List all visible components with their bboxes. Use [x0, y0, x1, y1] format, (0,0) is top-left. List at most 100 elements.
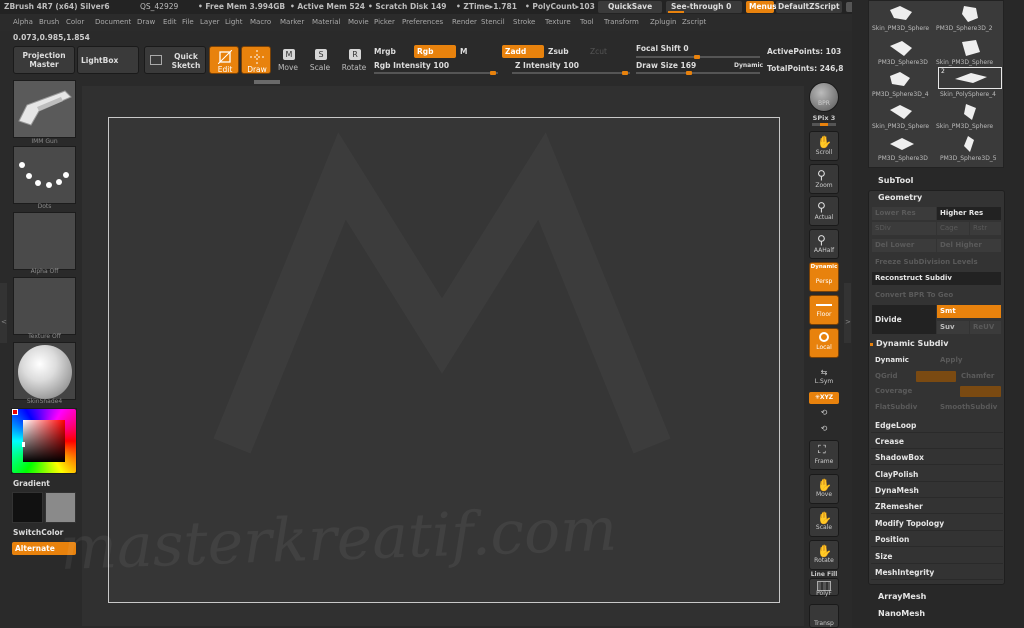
menu-brush[interactable]: Brush [39, 18, 59, 26]
del-higher-button[interactable]: Del Higher [937, 239, 1001, 252]
menu-zplugin[interactable]: Zplugin [650, 18, 676, 26]
claypolish-section[interactable]: ClayPolish [871, 467, 1003, 482]
subtool-header[interactable]: SubTool [878, 176, 913, 185]
chamfer-button[interactable]: Chamfer [958, 370, 1001, 383]
menu-file[interactable]: File [182, 18, 194, 26]
material-thumbnail[interactable] [13, 342, 76, 400]
focal-shift-knob[interactable] [694, 55, 700, 59]
move-button[interactable]: M Move [274, 46, 302, 74]
menu-tool[interactable]: Tool [580, 18, 594, 26]
menu-preferences[interactable]: Preferences [402, 18, 443, 26]
switchcolor-button[interactable]: SwitchColor [13, 528, 63, 537]
nanomesh-header[interactable]: NanoMesh [878, 609, 925, 618]
brush-thumbnail[interactable] [13, 80, 76, 138]
divide-button[interactable]: Divide [872, 305, 936, 334]
flatsubdiv-slider[interactable]: FlatSubdiv [872, 401, 936, 414]
rstr-button[interactable]: Rstr [970, 222, 1001, 235]
z-intensity-knob[interactable] [622, 71, 628, 75]
draw-button[interactable]: Draw [241, 46, 271, 74]
m-button[interactable]: M [460, 47, 467, 56]
bpr-button[interactable] [809, 82, 839, 112]
modify-topology-section[interactable]: Modify Topology [871, 516, 1003, 531]
tool-thumb-10[interactable] [956, 134, 986, 154]
menu-document[interactable]: Document [95, 18, 131, 26]
arraymesh-header[interactable]: ArrayMesh [878, 592, 926, 601]
del-lower-button[interactable]: Del Lower [872, 239, 936, 252]
z-intensity-slider[interactable] [512, 71, 630, 75]
freeze-subdivision-button[interactable]: Freeze SubDivision Levels [872, 256, 1001, 269]
draw-size-knob[interactable] [686, 71, 692, 75]
tool-thumb-3[interactable] [886, 38, 916, 58]
projection-master-button[interactable]: Projection Master [13, 46, 75, 74]
rgb-button[interactable]: Rgb [414, 45, 456, 58]
menu-edit[interactable]: Edit [163, 18, 177, 26]
quick-sketch-button[interactable]: Quick Sketch [144, 46, 206, 74]
menu-macro[interactable]: Macro [250, 18, 271, 26]
dynamic-button[interactable]: Dynamic [872, 354, 936, 367]
lightbox-button[interactable]: LightBox [77, 46, 139, 74]
menu-material[interactable]: Material [312, 18, 340, 26]
zcut-button[interactable]: Zcut [590, 47, 607, 56]
zremesher-section[interactable]: ZRemesher [871, 499, 1003, 514]
scroll-button[interactable]: ✋ [809, 131, 839, 161]
dynamesh-section[interactable]: DynaMesh [871, 483, 1003, 498]
lower-res-button[interactable]: Lower Res [872, 207, 936, 220]
rgb-intensity-slider[interactable] [374, 71, 498, 75]
menu-transform[interactable]: Transform [604, 18, 639, 26]
size-section[interactable]: Size [871, 549, 1003, 564]
tool-thumb-9[interactable] [886, 134, 916, 154]
apply-button[interactable]: Apply [937, 354, 1001, 367]
dynamic-toggle[interactable]: Dynamic [734, 62, 763, 69]
tool-thumb-selected-frame[interactable]: 2 [938, 67, 1002, 89]
menu-light[interactable]: Light [225, 18, 242, 26]
menu-marker[interactable]: Marker [280, 18, 304, 26]
dynamic-subdiv-header[interactable]: Dynamic Subdiv [876, 339, 948, 348]
reuv-toggle[interactable]: ReUV [970, 321, 1001, 334]
right-tray-handle[interactable] [844, 283, 851, 343]
lsym-button[interactable]: L.Sym [806, 378, 842, 385]
focal-shift-slider[interactable] [636, 55, 760, 59]
see-through-slider[interactable]: See-through 0 [666, 1, 742, 13]
tool-thumb-8[interactable] [956, 102, 986, 122]
smoothsubdiv-slider[interactable]: SmoothSubdiv [937, 401, 1001, 414]
texture-thumbnail[interactable] [13, 277, 76, 335]
shadowbox-section[interactable]: ShadowBox [871, 450, 1003, 465]
menu-draw[interactable]: Draw [137, 18, 155, 26]
coverage-value-field[interactable] [960, 386, 1001, 397]
saturation-square[interactable] [23, 420, 65, 462]
geometry-header[interactable]: Geometry [878, 193, 922, 202]
menu-zscript[interactable]: Zscript [682, 18, 706, 26]
aahalf-button[interactable]: ⚲ [809, 229, 839, 259]
stroke-thumbnail[interactable] [13, 146, 76, 204]
cage-button[interactable]: Cage [937, 222, 969, 235]
rotate-y-icon[interactable]: ⟲ [806, 424, 842, 433]
rotate-button[interactable]: R Rotate [340, 46, 368, 74]
actual-button[interactable]: ⚲ [809, 196, 839, 226]
reconstruct-subdiv-button[interactable]: Reconstruct Subdiv [872, 272, 1001, 285]
alpha-thumbnail[interactable] [13, 212, 76, 270]
menu-render[interactable]: Render [452, 18, 477, 26]
horizontal-scrollbar[interactable] [82, 78, 804, 86]
default-zscript-button[interactable]: DefaultZScript [776, 1, 842, 13]
main-color-swatch[interactable] [12, 492, 43, 523]
rotate-view-button[interactable]: ✋ [809, 540, 839, 570]
menu-alpha[interactable]: Alpha [13, 18, 33, 26]
mrgb-button[interactable]: Mrgb [374, 47, 396, 56]
menu-stroke[interactable]: Stroke [513, 18, 535, 26]
floor-button[interactable]: Floor [809, 295, 839, 325]
scale-view-button[interactable]: ✋ [809, 507, 839, 537]
menu-picker[interactable]: Picker [374, 18, 395, 26]
xyz-button[interactable]: ✳XYZ [809, 392, 839, 404]
zoom-button[interactable]: ⚲ [809, 164, 839, 194]
quicksave-button[interactable]: QuickSave [598, 1, 662, 13]
crease-section[interactable]: Crease [871, 434, 1003, 449]
smt-toggle[interactable]: Smt [937, 305, 1001, 318]
horizontal-scroll-thumb[interactable] [254, 80, 280, 84]
tool-thumb-4[interactable] [956, 38, 986, 58]
tool-thumb-2[interactable] [956, 4, 986, 24]
menu-stencil[interactable]: Stencil [481, 18, 505, 26]
sdiv-slider[interactable]: SDiv [872, 222, 936, 235]
local-button[interactable]: Local [809, 328, 839, 358]
rgb-intensity-knob[interactable] [490, 71, 496, 75]
left-tray-handle[interactable] [0, 283, 7, 343]
